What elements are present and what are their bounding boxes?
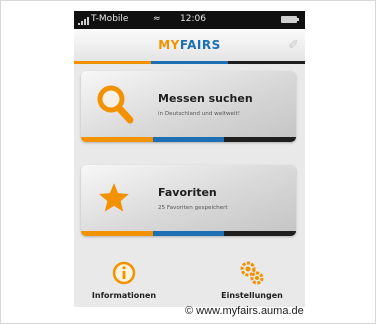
phone-screen: T-Mobile ≈ 12:06 MYFAIRS ✐ Messen suchen… <box>74 11 305 307</box>
clock-label: 12:06 <box>180 14 206 24</box>
app-header: MYFAIRS ✐ <box>74 29 305 64</box>
wifi-icon: ≈ <box>153 14 161 24</box>
information-button[interactable]: Informationen <box>79 261 169 303</box>
card-title: Messen suchen <box>158 92 253 105</box>
copyright-credit: © www.myfairs.auma.de <box>185 305 304 317</box>
signal-bars-icon <box>78 17 89 25</box>
settings-button[interactable]: Einstellungen <box>207 261 297 303</box>
app-logo: MYFAIRS <box>74 38 305 52</box>
gears-icon <box>240 261 264 285</box>
search-fairs-button[interactable]: Messen suchen in Deutschland und weltwei… <box>81 71 296 142</box>
logo-my: MY <box>158 38 180 52</box>
favorites-button[interactable]: Favoriten 25 Favoriten gespeichert <box>81 165 296 236</box>
information-label: Informationen <box>91 291 157 300</box>
magnifier-icon <box>97 85 134 124</box>
info-icon <box>112 261 136 285</box>
settings-label: Einstellungen <box>221 291 283 300</box>
card-subtitle: in Deutschland und weltweit! <box>158 111 240 117</box>
logo-fairs: FAIRS <box>179 38 221 52</box>
status-bar: T-Mobile ≈ 12:06 <box>74 11 305 29</box>
battery-icon <box>281 16 299 23</box>
star-icon <box>99 183 129 212</box>
card-color-bar <box>81 137 296 142</box>
signature-icon[interactable]: ✐ <box>288 38 299 53</box>
image-frame: T-Mobile ≈ 12:06 MYFAIRS ✐ Messen suchen… <box>0 0 376 324</box>
card-color-bar <box>81 231 296 236</box>
card-subtitle: 25 Favoriten gespeichert <box>158 205 228 211</box>
card-title: Favoriten <box>158 186 217 199</box>
carrier-label: T-Mobile <box>91 14 129 24</box>
